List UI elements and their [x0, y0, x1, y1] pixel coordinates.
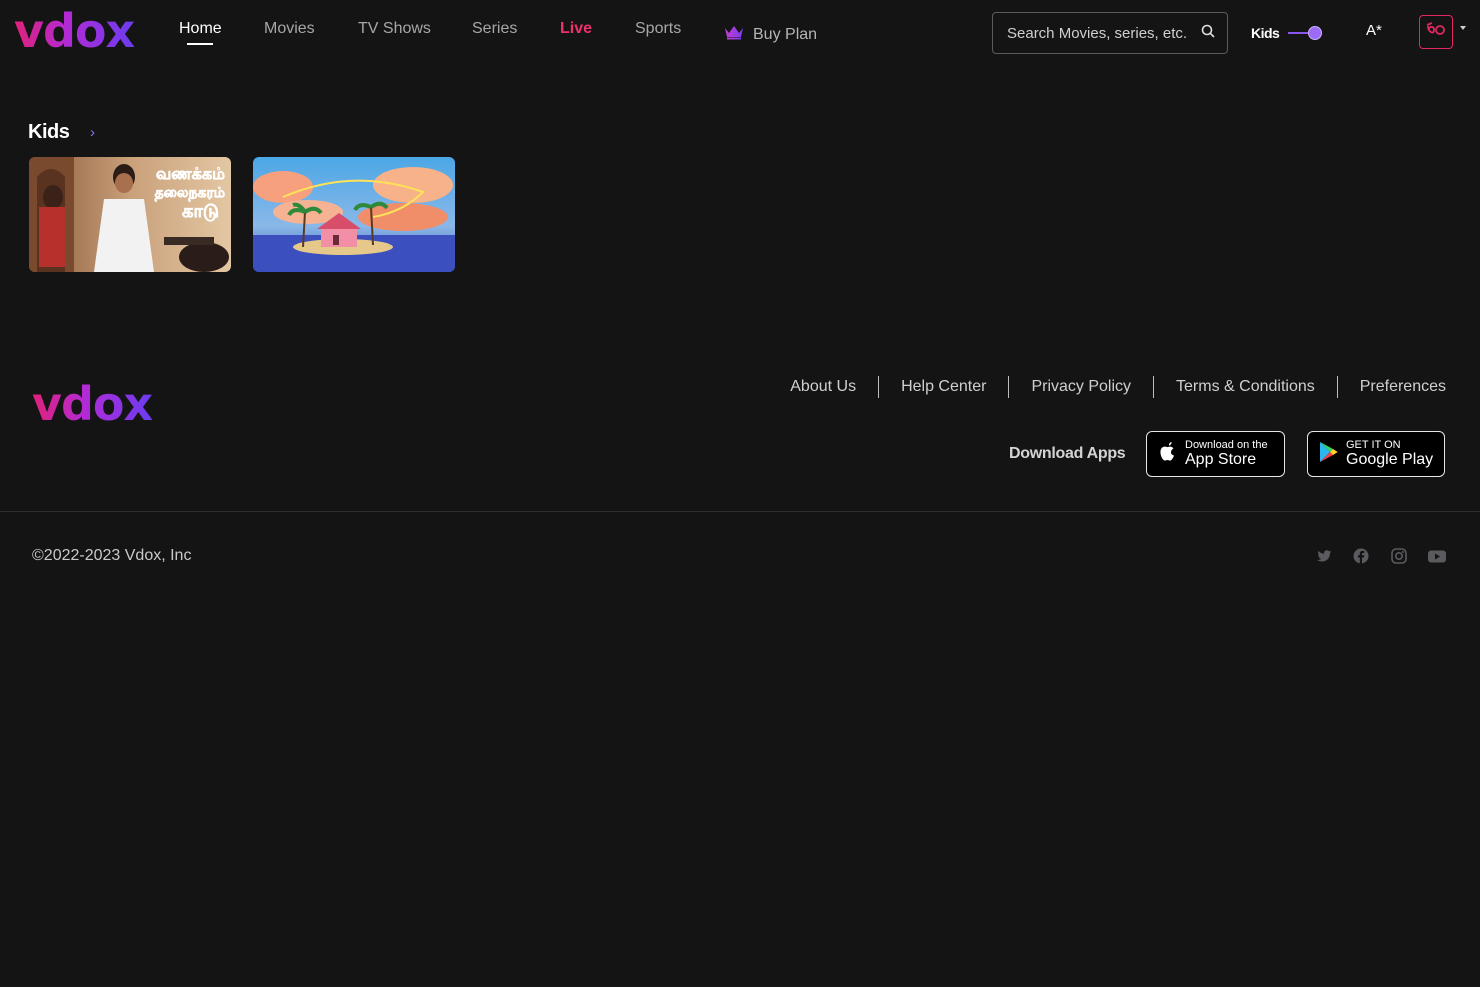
- nav-series[interactable]: Series: [472, 20, 517, 38]
- footer-logo-text: vdox: [32, 377, 153, 431]
- app-store-button[interactable]: Download on the App Store: [1146, 431, 1285, 477]
- google-play-big-text: Google Play: [1346, 451, 1434, 468]
- chevron-right-icon[interactable]: ›: [90, 124, 95, 141]
- nav-home[interactable]: Home: [179, 20, 222, 38]
- twitter-icon[interactable]: [1315, 547, 1333, 565]
- footer-links: About Us Help Center Privacy Policy Term…: [760, 376, 1446, 398]
- profile-dropdown-icon[interactable]: [1460, 26, 1466, 30]
- google-play-icon: [1318, 441, 1338, 468]
- vdox-logo[interactable]: vdox: [14, 4, 135, 58]
- app-store-big-text: App Store: [1185, 451, 1257, 468]
- nav-sports[interactable]: Sports: [635, 20, 681, 38]
- google-play-small-text: GET IT ON: [1346, 439, 1401, 451]
- footer-link-terms[interactable]: Terms & Conditions: [1154, 378, 1337, 396]
- nav-live[interactable]: Live: [560, 20, 592, 38]
- search-box[interactable]: [992, 12, 1228, 54]
- buy-plan-button[interactable]: Buy Plan: [723, 24, 817, 45]
- footer-link-help-center[interactable]: Help Center: [879, 378, 1008, 396]
- facebook-icon[interactable]: [1352, 547, 1370, 565]
- profile-avatar[interactable]: [1419, 15, 1453, 49]
- section-title[interactable]: Kids: [28, 121, 70, 144]
- movie-poster-thumbnail: வணக்கம் தலைநகரம் காடு: [29, 157, 231, 272]
- copyright-text: ©2022-2023 Vdox, Inc: [32, 547, 192, 564]
- language-icon[interactable]: A*: [1366, 22, 1382, 39]
- google-play-button[interactable]: GET IT ON Google Play: [1307, 431, 1445, 477]
- instagram-icon[interactable]: [1390, 547, 1408, 565]
- poster-title-line-1: வணக்கம்: [156, 164, 225, 183]
- island-house-thumbnail: [253, 157, 455, 272]
- footer-link-privacy-policy[interactable]: Privacy Policy: [1009, 378, 1153, 396]
- youtube-icon[interactable]: [1427, 547, 1446, 565]
- search-icon[interactable]: [1201, 24, 1215, 43]
- active-nav-underline: [187, 43, 213, 45]
- toggle-knob: [1308, 26, 1322, 40]
- kids-mode-label: Kids: [1251, 25, 1280, 41]
- poster-title-line-3: காடு: [182, 201, 219, 222]
- content-card[interactable]: வணக்கம் தலைநகரம் காடு: [29, 157, 231, 272]
- buy-plan-label: Buy Plan: [753, 25, 818, 43]
- search-input[interactable]: [1005, 23, 1201, 43]
- content-card[interactable]: [253, 157, 455, 272]
- poster-title-line-2: தலைநகரம்: [155, 185, 225, 202]
- nav-tv-shows[interactable]: TV Shows: [358, 20, 431, 38]
- nav-movies[interactable]: Movies: [264, 20, 315, 38]
- app-store-small-text: Download on the: [1185, 439, 1268, 451]
- footer-link-preferences[interactable]: Preferences: [1338, 378, 1446, 396]
- crown-icon: [723, 24, 745, 45]
- logo-text: vdox: [14, 4, 135, 58]
- kids-mode-toggle[interactable]: [1288, 26, 1324, 40]
- vdox-avatar-icon: [1425, 21, 1447, 43]
- download-apps-label: Download Apps: [1009, 445, 1126, 462]
- footer-divider: [0, 511, 1480, 512]
- footer-vdox-logo[interactable]: vdox: [32, 377, 153, 431]
- footer-link-about-us[interactable]: About Us: [768, 378, 878, 396]
- apple-icon: [1157, 441, 1177, 468]
